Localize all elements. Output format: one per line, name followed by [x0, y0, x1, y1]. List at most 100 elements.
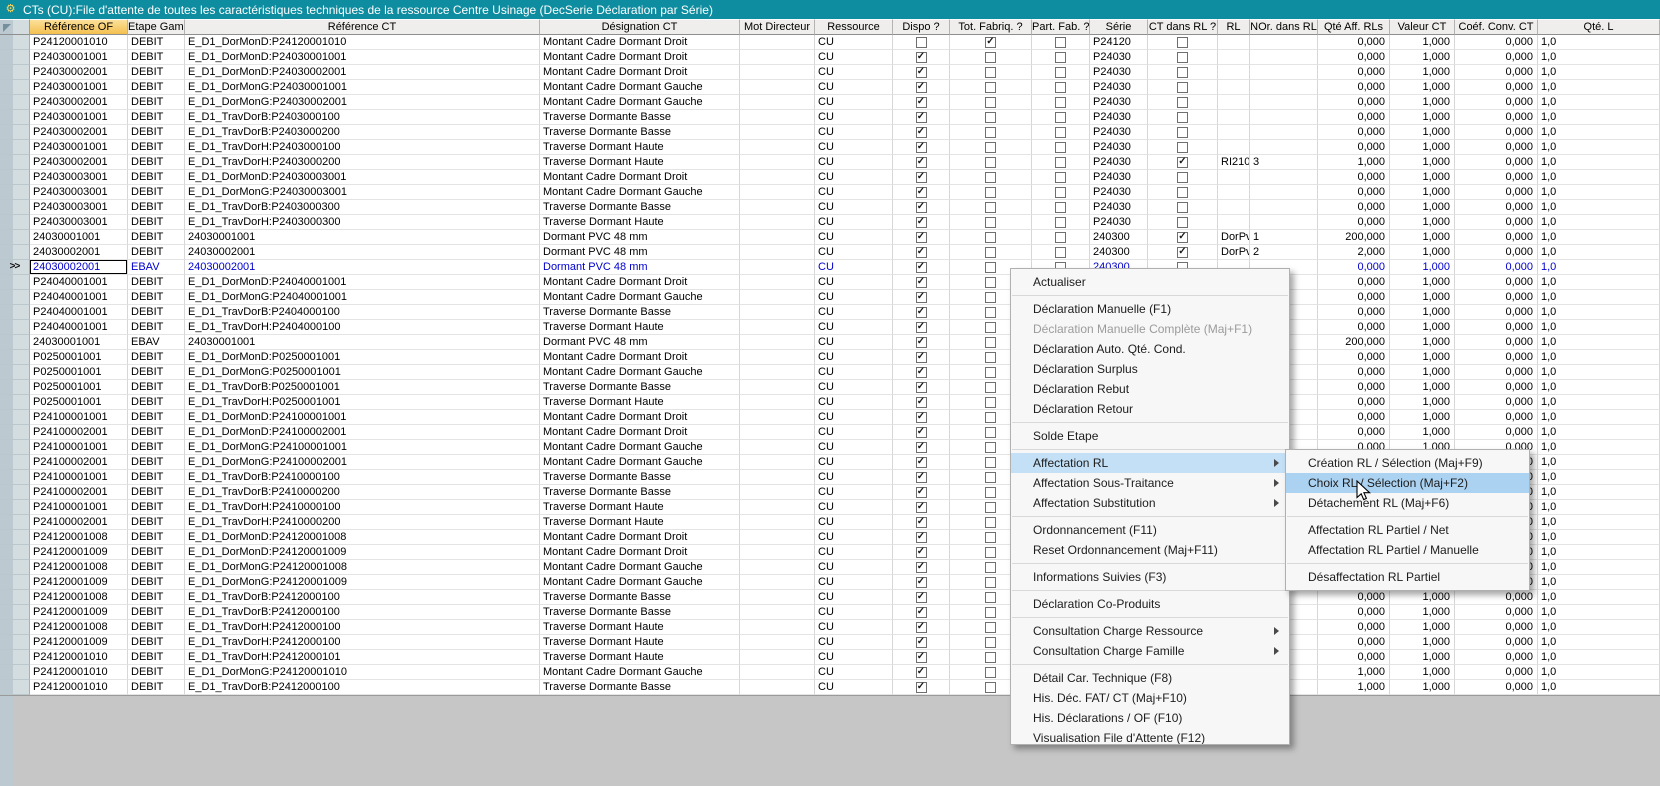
tot_fabriq-checkbox[interactable] [985, 547, 996, 558]
menu-item-declaration-co-produits[interactable]: Déclaration Co-Produits [1011, 594, 1289, 614]
dispo-checkbox[interactable] [916, 517, 927, 528]
dispo-checkbox[interactable] [916, 67, 927, 78]
part_fab-checkbox[interactable] [1055, 97, 1066, 108]
table-row-selected[interactable]: >>24030002001EBAV24030002001Dormant PVC … [0, 260, 1660, 275]
column-header-qte_l[interactable]: Qté. L [1538, 19, 1660, 35]
submenu-item-choix-rl-selection-maj-f2[interactable]: Choix RL / Sélection (Maj+F2) [1286, 473, 1529, 493]
dispo-checkbox[interactable] [916, 682, 927, 693]
table-row[interactable]: P24030001001DEBITE_D1_DorMonG:P240300010… [0, 80, 1660, 95]
tot_fabriq-checkbox[interactable] [985, 187, 996, 198]
dispo-checkbox[interactable] [916, 337, 927, 348]
menu-item-declaration-retour[interactable]: Déclaration Retour [1011, 399, 1289, 419]
column-header-ct_dans_rl[interactable]: CT dans RL ? [1148, 19, 1218, 35]
ct_dans_rl-checkbox[interactable] [1177, 217, 1188, 228]
table-row[interactable]: P24030001001DEBITE_D1_DorMonD:P240300010… [0, 50, 1660, 65]
dispo-checkbox[interactable] [916, 382, 927, 393]
dispo-checkbox[interactable] [916, 607, 927, 618]
dispo-checkbox[interactable] [916, 202, 927, 213]
tot_fabriq-checkbox[interactable] [985, 637, 996, 648]
table-row[interactable]: P24030003001DEBITE_D1_DorMonG:P240300030… [0, 185, 1660, 200]
table-row[interactable]: 24030001001DEBIT24030001001Dormant PVC 4… [0, 230, 1660, 245]
dispo-checkbox[interactable] [916, 232, 927, 243]
dispo-checkbox[interactable] [916, 97, 927, 108]
dispo-checkbox[interactable] [916, 187, 927, 198]
dispo-checkbox[interactable] [916, 502, 927, 513]
select-all-header[interactable] [0, 19, 30, 35]
tot_fabriq-checkbox[interactable] [985, 412, 996, 423]
table-row[interactable]: P24120001008DEBITE_D1_TravDorH:P24120001… [0, 620, 1660, 635]
ct_dans_rl-checkbox[interactable] [1177, 232, 1188, 243]
table-row[interactable]: 24030002001DEBIT24030002001Dormant PVC 4… [0, 245, 1660, 260]
part_fab-checkbox[interactable] [1055, 82, 1066, 93]
column-header-valeur_ct[interactable]: Valeur CT [1390, 19, 1455, 35]
table-row[interactable]: P0250001001DEBITE_D1_TravDorB:P025000100… [0, 380, 1660, 395]
dispo-checkbox[interactable] [916, 472, 927, 483]
ct_dans_rl-checkbox[interactable] [1177, 127, 1188, 138]
menu-item-actualiser[interactable]: Actualiser [1011, 272, 1289, 292]
part_fab-checkbox[interactable] [1055, 142, 1066, 153]
tot_fabriq-checkbox[interactable] [985, 37, 996, 48]
part_fab-checkbox[interactable] [1055, 37, 1066, 48]
dispo-checkbox[interactable] [916, 127, 927, 138]
part_fab-checkbox[interactable] [1055, 127, 1066, 138]
menu-item-informations-suivies-f3[interactable]: Informations Suivies (F3) [1011, 567, 1289, 587]
tot_fabriq-checkbox[interactable] [985, 397, 996, 408]
tot_fabriq-checkbox[interactable] [985, 322, 996, 333]
table-row[interactable]: P24120001010DEBITE_D1_DorMonG:P241200010… [0, 665, 1660, 680]
dispo-checkbox[interactable] [916, 307, 927, 318]
table-row[interactable]: P24040001001DEBITE_D1_TravDorH:P24040001… [0, 320, 1660, 335]
tot_fabriq-checkbox[interactable] [985, 652, 996, 663]
menu-item-solde-etape[interactable]: Solde Etape [1011, 426, 1289, 446]
tot_fabriq-checkbox[interactable] [985, 67, 996, 78]
column-header-tot_fabriq[interactable]: Tot. Fabriq. ? [950, 19, 1032, 35]
table-row[interactable]: P24030001001DEBITE_D1_TravDorH:P24030001… [0, 140, 1660, 155]
table-row[interactable]: P24100001001DEBITE_D1_DorMonD:P241000010… [0, 410, 1660, 425]
dispo-checkbox[interactable] [916, 592, 927, 603]
ct_dans_rl-checkbox[interactable] [1177, 172, 1188, 183]
dispo-checkbox[interactable] [916, 427, 927, 438]
tot_fabriq-checkbox[interactable] [985, 577, 996, 588]
dispo-checkbox[interactable] [916, 262, 927, 273]
submenu-item-affectation-rl-partiel-manuelle[interactable]: Affectation RL Partiel / Manuelle [1286, 540, 1529, 560]
menu-item-declaration-surplus[interactable]: Déclaration Surplus [1011, 359, 1289, 379]
tot_fabriq-checkbox[interactable] [985, 217, 996, 228]
tot_fabriq-checkbox[interactable] [985, 622, 996, 633]
part_fab-checkbox[interactable] [1055, 52, 1066, 63]
menu-item-ordonnancement-f11[interactable]: Ordonnancement (F11) [1011, 520, 1289, 540]
column-header-rl[interactable]: RL [1218, 19, 1250, 35]
tot_fabriq-checkbox[interactable] [985, 592, 996, 603]
ct_dans_rl-checkbox[interactable] [1177, 52, 1188, 63]
column-header-coef_conv_ct[interactable]: Coéf. Conv. CT [1455, 19, 1538, 35]
ct_dans_rl-checkbox[interactable] [1177, 202, 1188, 213]
dispo-checkbox[interactable] [916, 532, 927, 543]
tot_fabriq-checkbox[interactable] [985, 352, 996, 363]
dispo-checkbox[interactable] [916, 412, 927, 423]
tot_fabriq-checkbox[interactable] [985, 307, 996, 318]
part_fab-checkbox[interactable] [1055, 202, 1066, 213]
dispo-checkbox[interactable] [916, 397, 927, 408]
dispo-checkbox[interactable] [916, 37, 927, 48]
menu-item-his-dec-fat-ct-maj-f10[interactable]: His. Déc. FAT/ CT (Maj+F10) [1011, 688, 1289, 708]
column-header-nor_dans_rl[interactable]: NOr. dans RL [1250, 19, 1318, 35]
dispo-checkbox[interactable] [916, 562, 927, 573]
table-row[interactable]: P0250001001DEBITE_D1_DorMonD:P0250001001… [0, 350, 1660, 365]
tot_fabriq-checkbox[interactable] [985, 172, 996, 183]
dispo-checkbox[interactable] [916, 112, 927, 123]
tot_fabriq-checkbox[interactable] [985, 292, 996, 303]
table-row[interactable]: P24120001009DEBITE_D1_TravDorB:P24120001… [0, 605, 1660, 620]
submenu-item-desaffectation-rl-partiel[interactable]: Désaffectation RL Partiel [1286, 567, 1529, 587]
title-bar[interactable]: ⚙ CTs (CU):File d'attente de toutes les … [0, 0, 1660, 19]
dispo-checkbox[interactable] [916, 547, 927, 558]
part_fab-checkbox[interactable] [1055, 172, 1066, 183]
dispo-checkbox[interactable] [916, 577, 927, 588]
dispo-checkbox[interactable] [916, 637, 927, 648]
part_fab-checkbox[interactable] [1055, 217, 1066, 228]
column-header-etape_gamme[interactable]: Etape Gamme [128, 19, 185, 35]
tot_fabriq-checkbox[interactable] [985, 457, 996, 468]
dispo-checkbox[interactable] [916, 292, 927, 303]
tot_fabriq-checkbox[interactable] [985, 427, 996, 438]
tot_fabriq-checkbox[interactable] [985, 487, 996, 498]
tot_fabriq-checkbox[interactable] [985, 532, 996, 543]
menu-item-detail-car-technique-f8[interactable]: Détail Car. Technique (F8) [1011, 668, 1289, 688]
tot_fabriq-checkbox[interactable] [985, 607, 996, 618]
